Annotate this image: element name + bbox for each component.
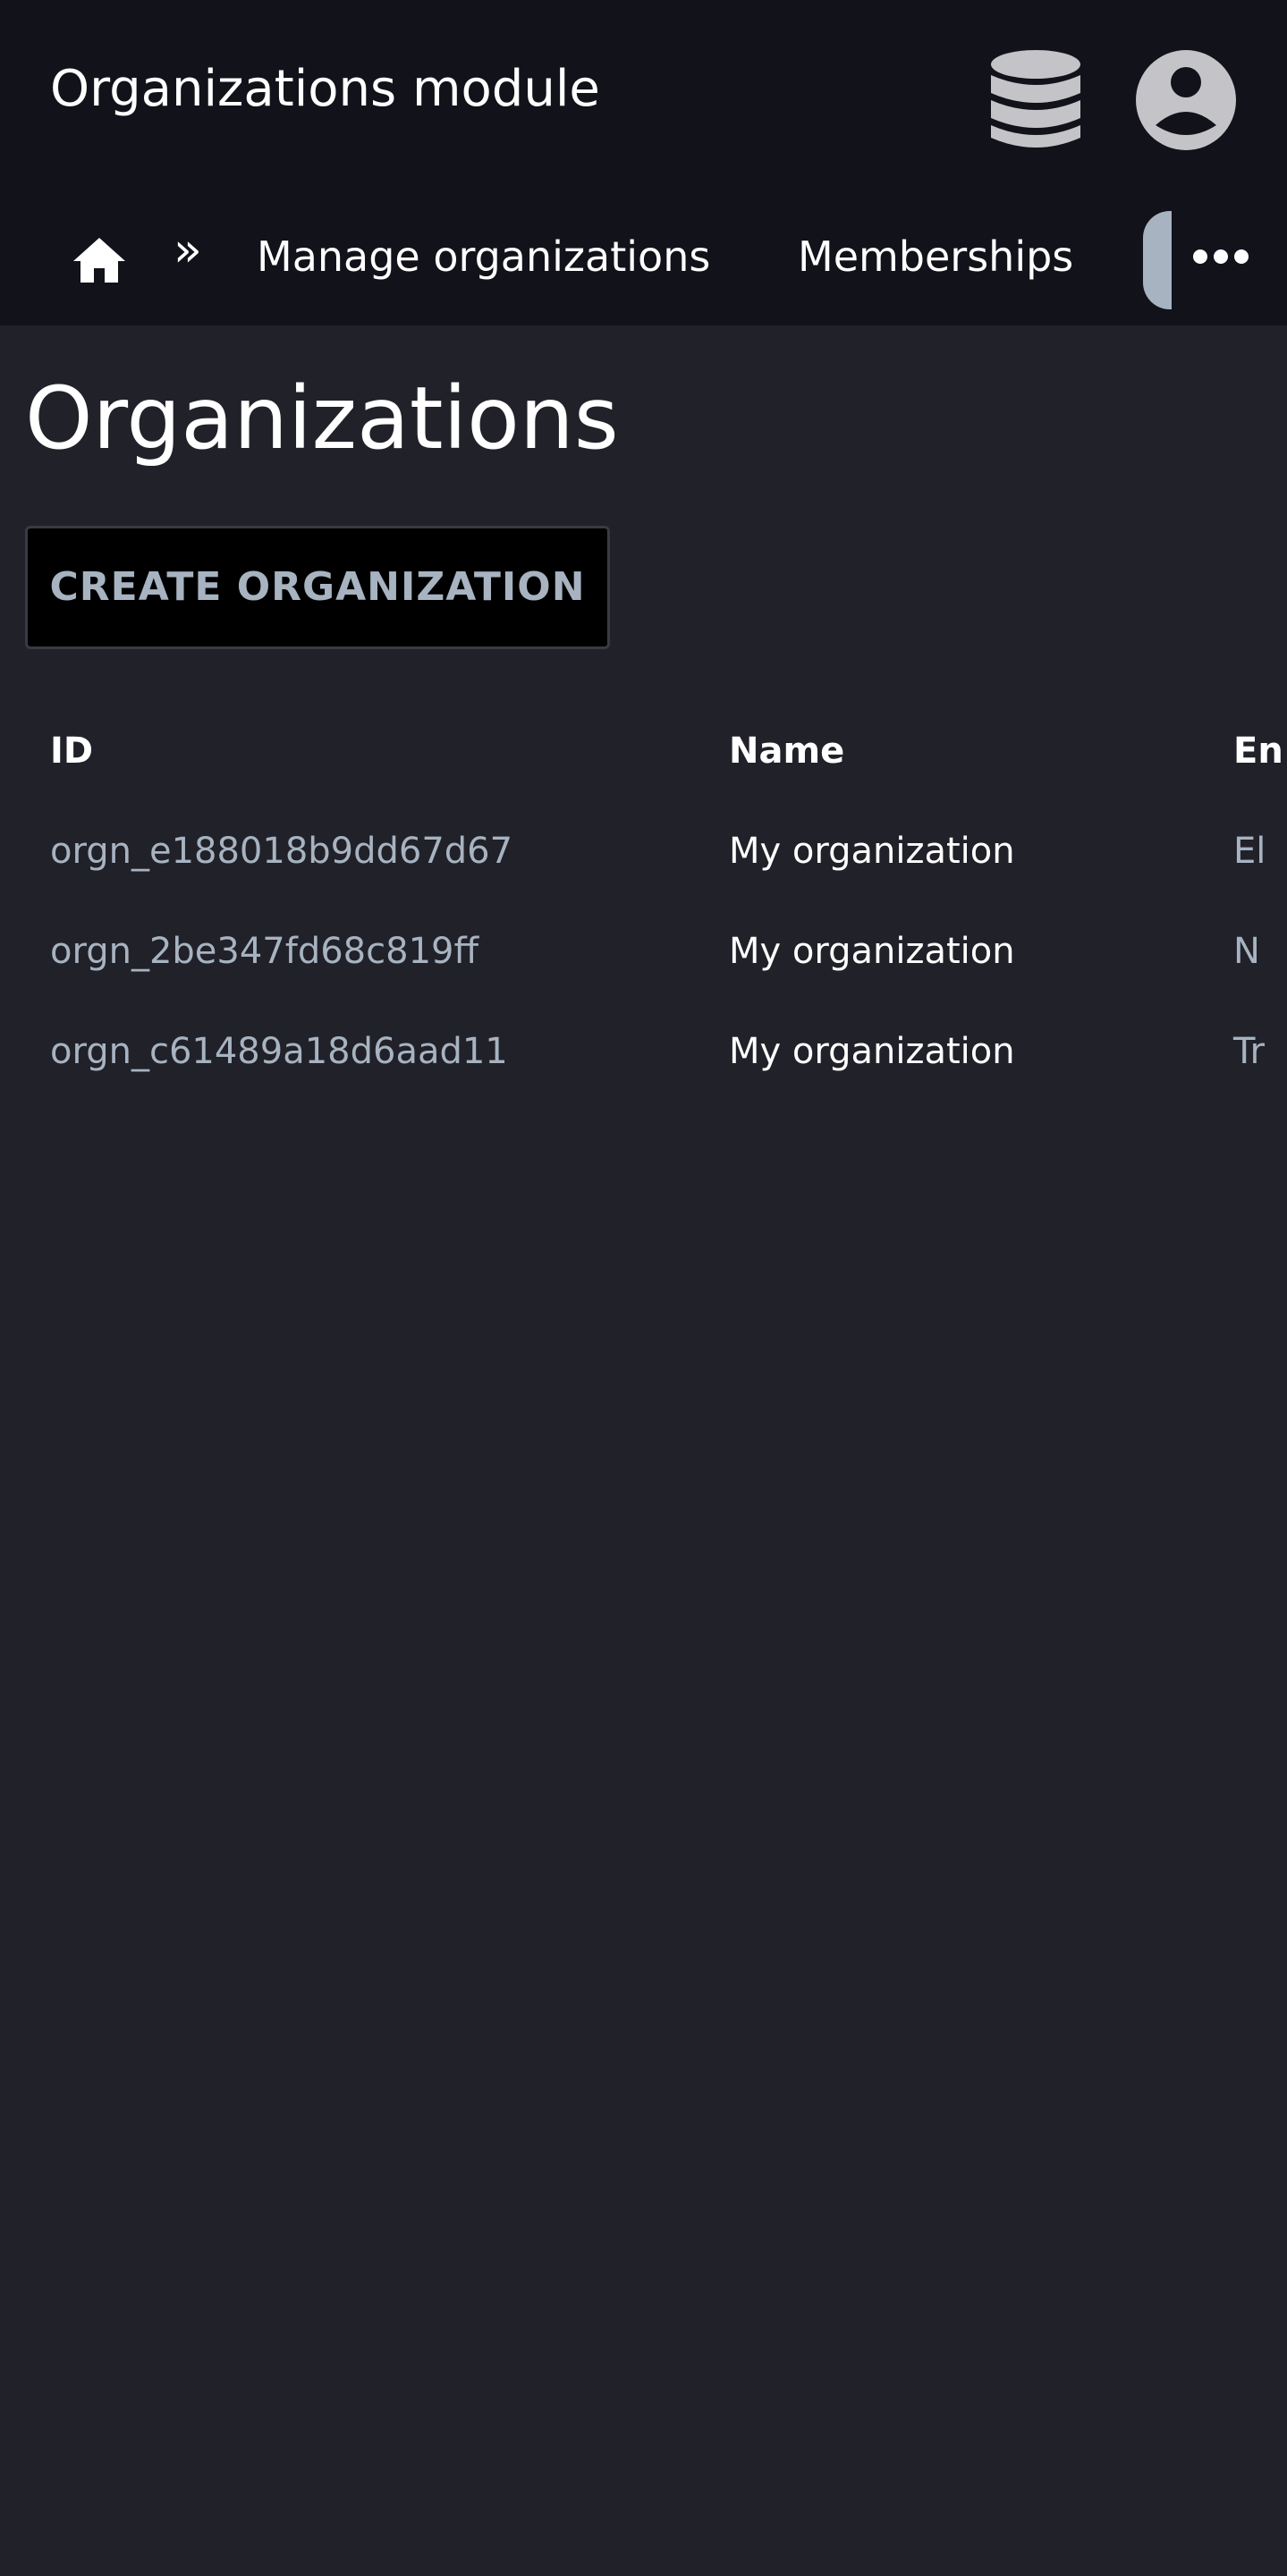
database-button[interactable] [988, 48, 1083, 152]
home-link[interactable] [72, 232, 127, 288]
row-environment: N [1233, 931, 1260, 972]
breadcrumb-nav: » Manage organizations Memberships [0, 197, 1287, 325]
nav-tab-partial[interactable] [1143, 211, 1172, 309]
column-header-name[interactable]: Name [729, 730, 844, 773]
create-organization-button[interactable]: CREATE ORGANIZATION [25, 526, 610, 649]
row-environment: El [1233, 831, 1266, 872]
row-name[interactable]: My organization [729, 930, 1015, 973]
database-icon [991, 50, 1080, 148]
column-header-id[interactable]: ID [50, 730, 93, 773]
page-title: Organizations [25, 368, 619, 469]
row-id[interactable]: orgn_e188018b9dd67d67 [50, 830, 512, 873]
home-icon [73, 238, 125, 283]
more-menu-button[interactable] [1191, 243, 1250, 270]
nav-link-manage-organizations[interactable]: Manage organizations [257, 232, 710, 282]
account-button[interactable] [1134, 48, 1238, 152]
breadcrumb-separator: » [174, 224, 202, 277]
account-circle-icon [1136, 50, 1236, 150]
app-header: Organizations module [0, 0, 1287, 197]
row-name[interactable]: My organization [729, 830, 1015, 873]
organizations-table: ID Name En orgn_e188018b9dd67d67 My orga… [0, 697, 1287, 1109]
app-title: Organizations module [50, 60, 600, 118]
row-id[interactable]: orgn_c61489a18d6aad11 [50, 1030, 508, 1073]
row-id[interactable]: orgn_2be347fd68c819ff [50, 930, 478, 973]
column-header-environment[interactable]: En [1233, 730, 1283, 773]
row-name[interactable]: My organization [729, 1030, 1015, 1073]
nav-link-memberships[interactable]: Memberships [798, 232, 1073, 282]
more-horizontal-icon [1193, 249, 1249, 264]
row-environment: Tr [1233, 1031, 1265, 1072]
